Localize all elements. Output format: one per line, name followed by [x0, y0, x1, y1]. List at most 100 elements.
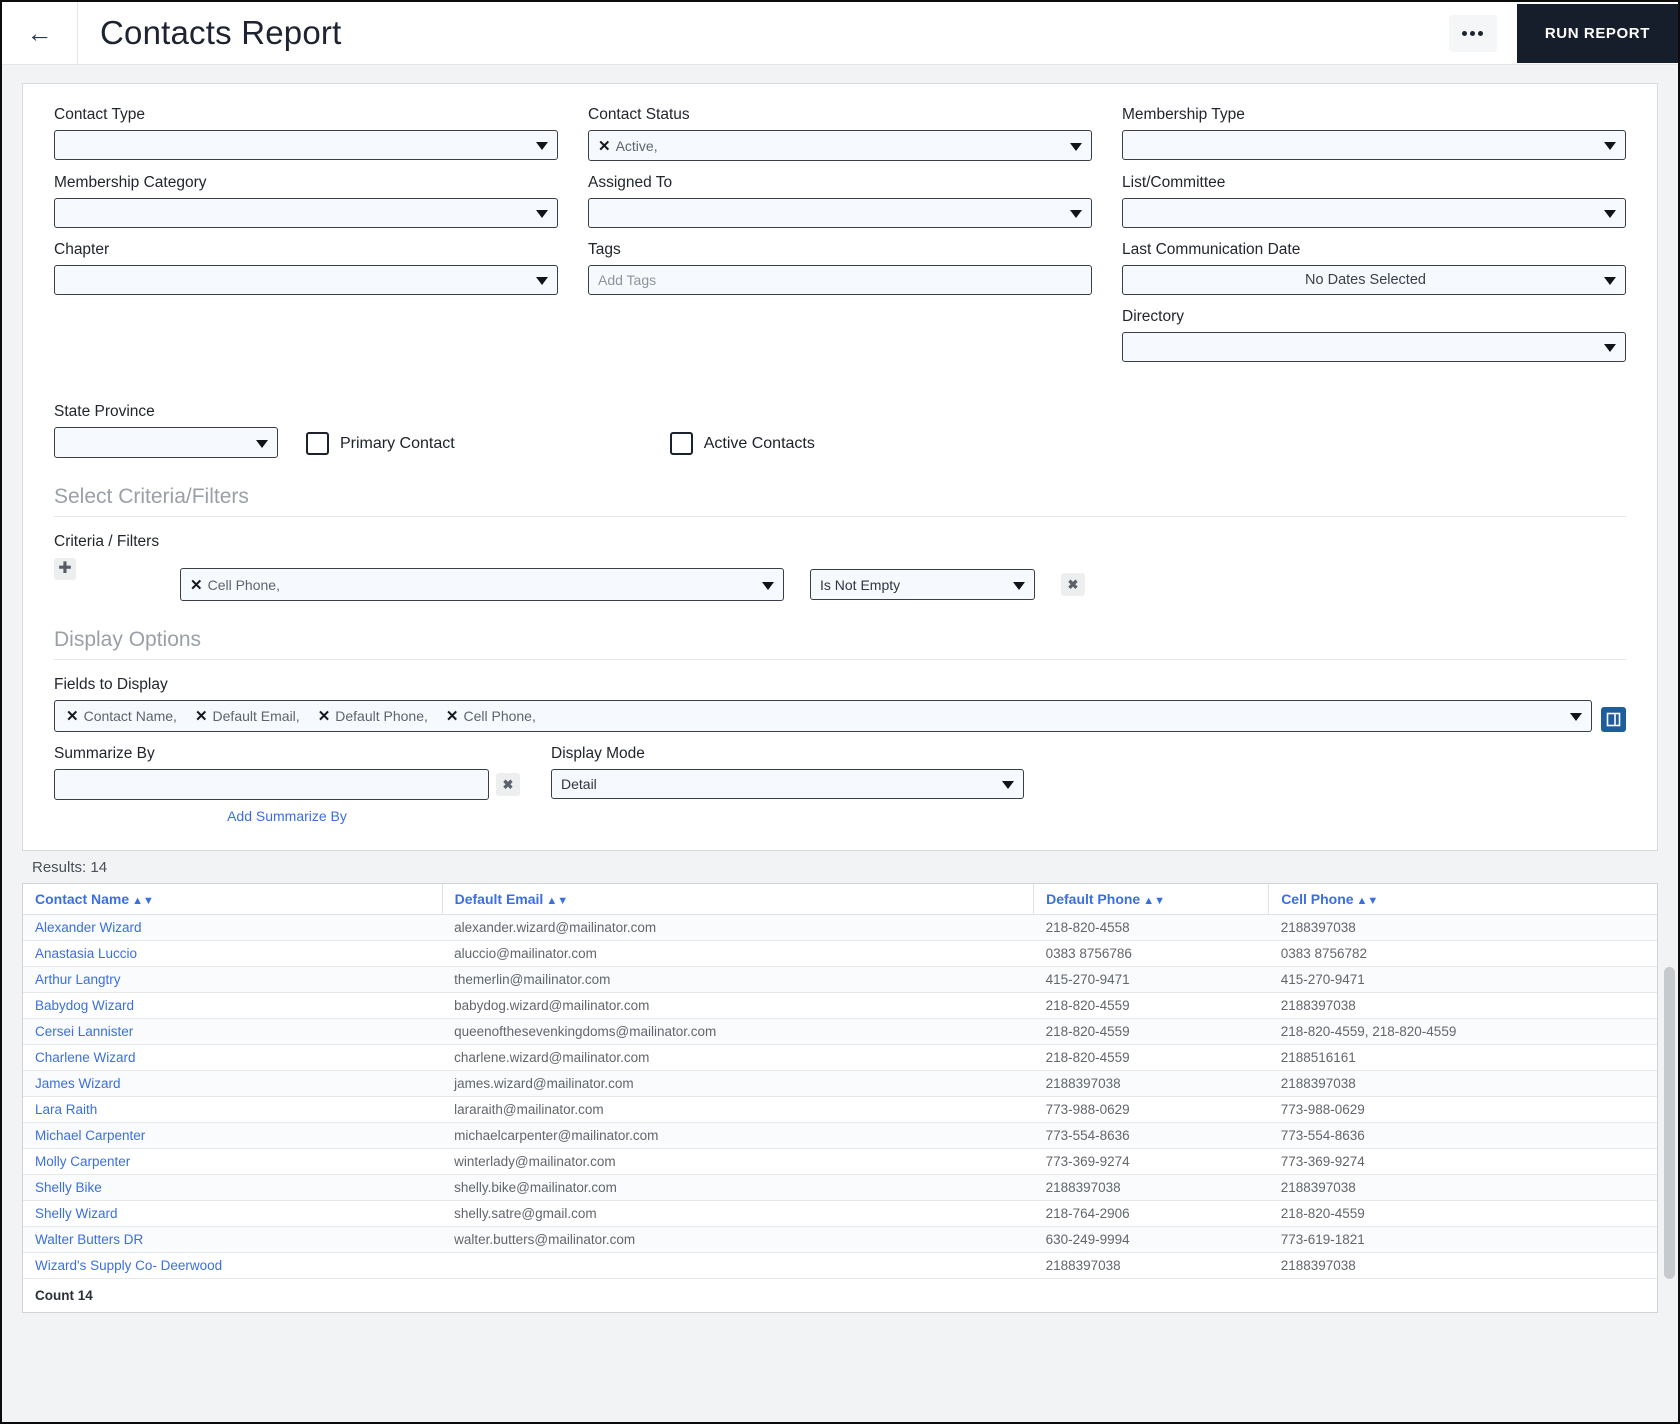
spacer-cell — [588, 308, 1092, 375]
summarize-by-label: Summarize By — [54, 745, 520, 763]
directory-select[interactable] — [1122, 332, 1626, 362]
field-chip[interactable]: ✕ Contact Name, — [66, 708, 177, 724]
table-row: Babydog Wizardbabydog.wizard@mailinator.… — [23, 993, 1657, 1019]
scrollbar-thumb[interactable] — [1664, 967, 1675, 1279]
clear-summarize-by-button[interactable]: ✖ — [496, 773, 520, 796]
cell-default-email: winterlady@mailinator.com — [442, 1149, 1033, 1175]
cell-contact-name: Michael Carpenter — [23, 1123, 442, 1149]
primary-contact-checkbox-row[interactable]: Primary Contact — [306, 432, 455, 458]
cell-default-phone: 0383 8756786 — [1034, 941, 1269, 967]
sort-updown-icon[interactable]: ▲▼ — [132, 895, 154, 907]
remove-x-icon[interactable]: ✕ — [446, 709, 459, 724]
last-communication-date-select[interactable]: No Dates Selected — [1122, 265, 1626, 295]
remove-criteria-button[interactable]: ✖ — [1061, 573, 1085, 596]
contact-name-link[interactable]: Alexander Wizard — [35, 920, 142, 935]
cell-default-phone: 218-764-2906 — [1034, 1201, 1269, 1227]
summarize-by-select[interactable] — [54, 769, 489, 800]
contact-name-link[interactable]: Cersei Lannister — [35, 1024, 133, 1039]
clear-x-icon: ✖ — [503, 777, 514, 793]
remove-x-icon[interactable]: ✕ — [66, 709, 79, 724]
contact-name-link[interactable]: Molly Carpenter — [35, 1154, 130, 1169]
cell-default-phone: 415-270-9471 — [1034, 967, 1269, 993]
chevron-down-icon — [536, 277, 548, 285]
label-tags: Tags — [588, 241, 1092, 259]
add-summarize-by-link[interactable]: Add Summarize By — [54, 808, 520, 824]
display-mode-select[interactable]: Detail — [551, 769, 1024, 799]
more-options-button[interactable] — [1449, 15, 1497, 52]
run-report-button[interactable]: RUN REPORT — [1517, 4, 1678, 63]
back-button[interactable]: ← — [2, 2, 78, 64]
contact-status-chip[interactable]: ✕ Active, — [598, 138, 658, 154]
cell-cell-phone: 2188397038 — [1269, 915, 1657, 941]
membership-category-select[interactable] — [54, 198, 558, 228]
field-chip[interactable]: ✕ Cell Phone, — [446, 708, 536, 724]
remove-x-icon[interactable]: ✕ — [598, 139, 611, 154]
cell-default-email: lararaith@mailinator.com — [442, 1097, 1033, 1123]
state-province-select[interactable] — [54, 427, 278, 458]
primary-contact-checkbox[interactable] — [306, 432, 329, 455]
cell-default-phone: 218-820-4559 — [1034, 1045, 1269, 1071]
remove-x-icon[interactable]: ✕ — [318, 709, 331, 724]
field-chip[interactable]: ✕ Default Email, — [195, 708, 300, 724]
cell-contact-name: Cersei Lannister — [23, 1019, 442, 1045]
remove-x-icon[interactable]: ✕ — [195, 709, 208, 724]
column-layout-button[interactable] — [1601, 707, 1626, 732]
cell-contact-name: James Wizard — [23, 1071, 442, 1097]
contact-name-link[interactable]: Shelly Wizard — [35, 1206, 118, 1221]
label-last-communication-date: Last Communication Date — [1122, 241, 1626, 259]
cell-cell-phone: 218-820-4559, 218-820-4559 — [1269, 1019, 1657, 1045]
chevron-down-icon — [1002, 781, 1014, 789]
contact-type-select[interactable] — [54, 130, 558, 160]
app-header: ← Contacts Report RUN REPORT — [2, 2, 1678, 65]
field-chip[interactable]: ✕ Default Phone, — [318, 708, 428, 724]
assigned-to-select[interactable] — [588, 198, 1092, 228]
label-membership-type: Membership Type — [1122, 106, 1626, 124]
cell-default-email: shelly.bike@mailinator.com — [442, 1175, 1033, 1201]
chevron-down-icon — [1013, 582, 1025, 590]
column-header-default-phone[interactable]: Default Phone▲▼ — [1034, 884, 1269, 915]
active-contacts-checkbox[interactable] — [670, 432, 693, 455]
contact-name-link[interactable]: Babydog Wizard — [35, 998, 134, 1013]
fields-to-display-label: Fields to Display — [54, 676, 1626, 694]
membership-type-select[interactable] — [1122, 130, 1626, 160]
cell-contact-name: Babydog Wizard — [23, 993, 442, 1019]
cell-cell-phone: 773-619-1821 — [1269, 1227, 1657, 1253]
contact-name-link[interactable]: Lara Raith — [35, 1102, 97, 1117]
sort-updown-icon[interactable]: ▲▼ — [1143, 895, 1165, 907]
column-header-default-email[interactable]: Default Email▲▼ — [442, 884, 1033, 915]
contact-name-link[interactable]: Arthur Langtry — [35, 972, 121, 987]
criteria-operator-select[interactable]: Is Not Empty — [810, 569, 1035, 600]
contact-status-select[interactable]: ✕ Active, — [588, 130, 1092, 161]
remove-x-icon[interactable]: ✕ — [190, 578, 203, 593]
contact-name-link[interactable]: Wizard's Supply Co- Deerwood — [35, 1258, 222, 1273]
column-header-contact-name[interactable]: Contact Name▲▼ — [23, 884, 442, 915]
contact-name-link[interactable]: James Wizard — [35, 1076, 121, 1091]
label-chapter: Chapter — [54, 241, 558, 259]
field-last-communication-date: Last Communication Date No Dates Selecte… — [1122, 241, 1626, 295]
field-membership-type: Membership Type — [1122, 106, 1626, 161]
contact-name-link[interactable]: Charlene Wizard — [35, 1050, 136, 1065]
criteria-field-value: Cell Phone, — [208, 577, 280, 593]
results-table-head: Contact Name▲▼ Default Email▲▼ Default P… — [23, 884, 1657, 915]
contact-name-link[interactable]: Michael Carpenter — [35, 1128, 145, 1143]
chapter-select[interactable] — [54, 265, 558, 295]
criteria-row: ✕ Cell Phone, Is Not Empty ✖ — [54, 568, 1626, 601]
more-options-icon — [1470, 31, 1475, 36]
column-header-cell-phone[interactable]: Cell Phone▲▼ — [1269, 884, 1657, 915]
field-tags: Tags Add Tags — [588, 241, 1092, 295]
contact-name-link[interactable]: Anastasia Luccio — [35, 946, 137, 961]
sort-updown-icon[interactable]: ▲▼ — [546, 895, 568, 907]
criteria-field-select[interactable]: ✕ Cell Phone, — [180, 568, 784, 601]
sort-updown-icon[interactable]: ▲▼ — [1357, 895, 1379, 907]
table-row: Wizard's Supply Co- Deerwood218839703821… — [23, 1253, 1657, 1279]
fields-to-display-select[interactable]: ✕ Contact Name, ✕ Default Email, ✕ Defau… — [54, 700, 1592, 732]
last-communication-date-value: No Dates Selected — [1132, 272, 1599, 288]
contact-name-link[interactable]: Walter Butters DR — [35, 1232, 143, 1247]
list-committee-select[interactable] — [1122, 198, 1626, 228]
active-contacts-checkbox-row[interactable]: Active Contacts — [670, 432, 815, 458]
results-scrollbar[interactable] — [1664, 967, 1675, 1297]
contact-name-link[interactable]: Shelly Bike — [35, 1180, 102, 1195]
criteria-field-chip[interactable]: ✕ Cell Phone, — [190, 577, 280, 593]
tags-input-wrap[interactable]: Add Tags — [588, 265, 1092, 295]
label-state-province: State Province — [54, 403, 278, 421]
